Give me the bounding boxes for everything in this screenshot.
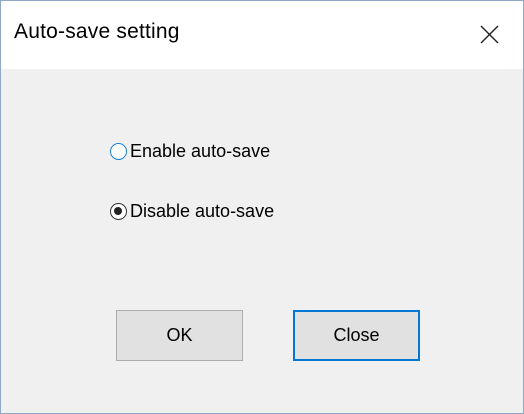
close-x-icon xyxy=(480,25,499,44)
ok-button[interactable]: OK xyxy=(116,310,243,361)
disable-auto-save-label: Disable auto-save xyxy=(130,200,275,221)
auto-save-dialog: Auto-save setting Enable auto-save Disab… xyxy=(0,0,524,414)
enable-auto-save-option[interactable]: Enable auto-save xyxy=(110,138,270,164)
disable-auto-save-option[interactable]: Disable auto-save xyxy=(110,198,274,224)
radio-unchecked-icon[interactable] xyxy=(110,142,127,160)
enable-auto-save-label: Enable auto-save xyxy=(130,140,271,161)
dialog-title: Auto-save setting xyxy=(14,20,180,43)
dialog-body: Enable auto-save Disable auto-save OK Cl… xyxy=(1,69,523,413)
close-window-button[interactable] xyxy=(455,1,523,69)
radio-checked-icon[interactable] xyxy=(110,202,127,220)
radio-dot-icon xyxy=(114,206,122,215)
close-button[interactable]: Close xyxy=(293,310,420,361)
title-bar: Auto-save setting xyxy=(1,1,523,69)
